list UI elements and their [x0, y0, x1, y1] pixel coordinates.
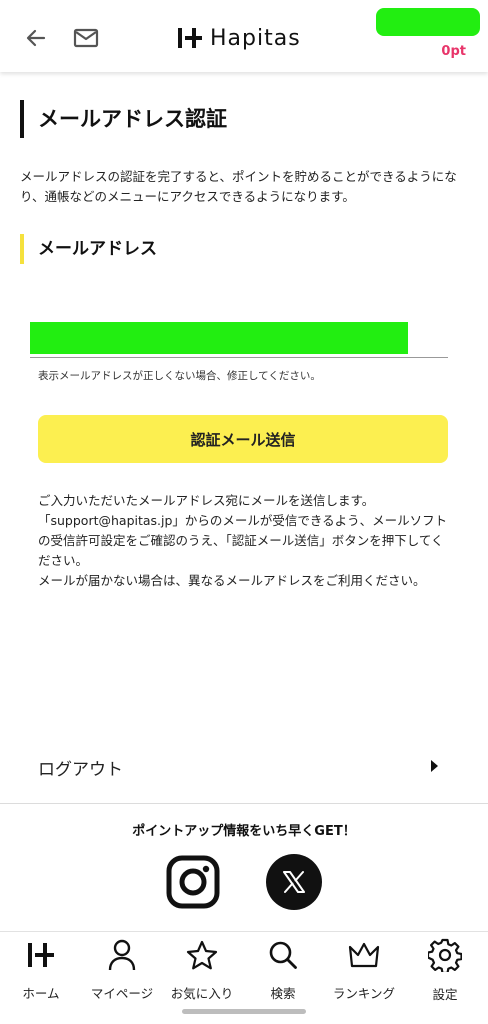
hapitas-logo[interactable]: Hapitas: [176, 22, 301, 54]
nav-label: ランキング: [332, 986, 396, 1001]
divider: [0, 803, 488, 804]
star-icon: [185, 938, 219, 971]
email-help-text: 表示メールアドレスが正しくない場合、修正してください。: [38, 370, 321, 382]
notice-line: 「support@hapitas.jp」からのメールが受信できるよう、メールソフ…: [38, 513, 448, 568]
mail-icon[interactable]: [72, 24, 100, 52]
nav-label: お気に入り: [170, 986, 234, 1001]
home-indicator: [182, 1009, 306, 1014]
nav-item-search[interactable]: 検索: [243, 938, 323, 1002]
hapitas-mark-icon: [178, 28, 202, 48]
back-arrow-icon[interactable]: [22, 24, 50, 52]
redacted-username: [376, 8, 480, 36]
nav-label: マイページ: [90, 986, 154, 1001]
nav-item-ranking[interactable]: ランキング: [324, 938, 404, 1002]
nav-label: 検索: [270, 986, 296, 1001]
notice-line: メールが届かない場合は、異なるメールアドレスをご利用ください。: [38, 573, 426, 588]
search-icon: [266, 938, 300, 971]
logo-text: Hapitas: [210, 25, 301, 51]
nav-label: 設定: [432, 987, 458, 1002]
x-twitter-icon[interactable]: [266, 854, 322, 910]
nav-item-favorites[interactable]: お気に入り: [162, 938, 242, 1002]
home-logo-icon: [24, 938, 58, 971]
nav-item-home[interactable]: ホーム: [1, 938, 81, 1002]
send-verification-button[interactable]: 認証メール送信: [38, 415, 448, 463]
logout-link[interactable]: ログアウト: [0, 740, 488, 794]
notice-text: ご入力いただいたメールアドレス宛にメールを送信します。 「support@hap…: [38, 491, 452, 591]
page-title: メールアドレス認証: [20, 100, 227, 138]
logout-label: ログアウト: [38, 759, 123, 780]
notice-line: ご入力いただいたメールアドレス宛にメールを送信します。: [38, 493, 375, 508]
nav-item-mypage[interactable]: マイページ: [82, 938, 162, 1002]
nav-label: ホーム: [22, 986, 60, 1001]
app-header: Hapitas 0pt: [0, 0, 488, 72]
gear-icon: [428, 938, 462, 972]
redacted-email-value: [30, 322, 408, 354]
points-balance[interactable]: 0pt: [441, 44, 466, 59]
sns-title: ポイントアップ情報をいち早くGET！: [132, 824, 356, 839]
intro-text: メールアドレスの認証を完了すると、ポイントを貯めることができるようになり、通帳な…: [20, 169, 457, 204]
nav-item-settings[interactable]: 設定: [405, 938, 485, 1002]
section-title-email: メールアドレス: [20, 234, 157, 264]
email-field[interactable]: [30, 320, 448, 358]
crown-icon: [347, 938, 381, 971]
chevron-right-icon: [431, 760, 438, 772]
person-icon: [105, 938, 139, 971]
instagram-icon[interactable]: [166, 855, 220, 909]
